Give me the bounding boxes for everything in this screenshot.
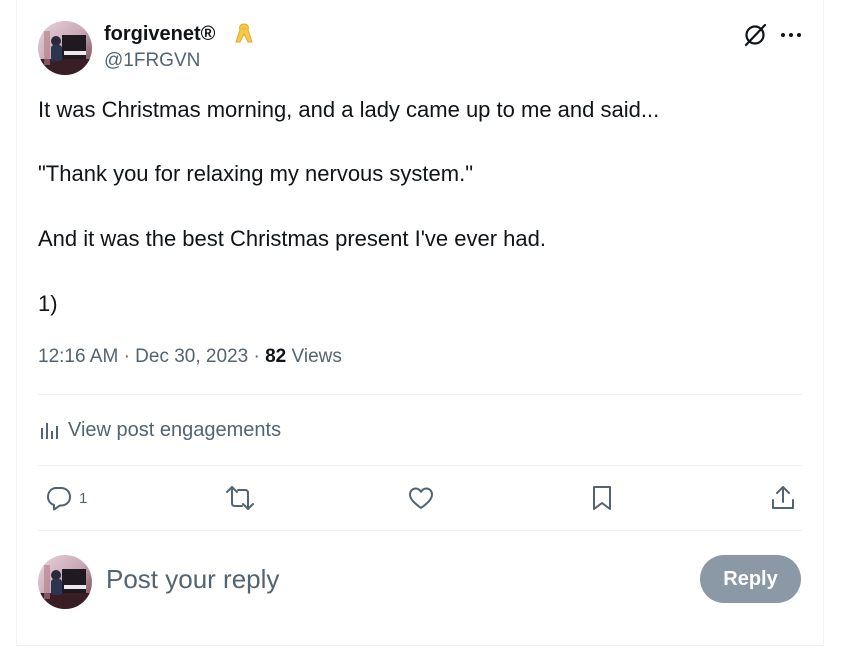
view-engagements-label: View post engagements: [68, 418, 282, 441]
divider: [38, 530, 802, 531]
share-icon: [772, 486, 794, 509]
heart-icon: [409, 487, 433, 509]
awareness-ribbon-icon: [235, 23, 253, 43]
reply-count: 1: [79, 489, 88, 507]
tweet-text-line: 1): [38, 291, 58, 316]
current-user-avatar[interactable]: [38, 555, 92, 609]
reply-button[interactable]: Reply: [700, 555, 801, 603]
view-engagements-link[interactable]: View post engagements: [38, 415, 281, 445]
meta-separator: ·: [123, 346, 130, 367]
tweet-meta: 12:16 AM · Dec 30, 2023 · 82 Views: [38, 344, 342, 370]
bookmark-action-button[interactable]: [589, 482, 615, 514]
repost-icon: [226, 486, 254, 510]
author-display-name[interactable]: forgivenet®: [104, 22, 215, 46]
tweet-text-line: And it was the best Christmas present I'…: [38, 226, 546, 251]
divider: [38, 394, 802, 395]
repost-action-button[interactable]: [225, 482, 255, 514]
grok-icon[interactable]: [742, 22, 768, 48]
views-count: 82: [265, 346, 287, 367]
reply-action-button[interactable]: 1: [45, 482, 87, 514]
share-action-button[interactable]: [769, 482, 797, 514]
divider: [38, 465, 802, 466]
reply-input[interactable]: [106, 561, 666, 597]
bookmark-icon: [593, 486, 611, 510]
tweet-text-line: "Thank you for relaxing my nervous syste…: [38, 161, 474, 186]
tweet-time[interactable]: 12:16 AM: [38, 346, 118, 367]
analytics-icon: [41, 423, 58, 439]
meta-separator: ·: [253, 346, 260, 367]
tweet-date[interactable]: Dec 30, 2023: [135, 346, 248, 367]
author-handle[interactable]: @1FRGVN: [104, 50, 200, 72]
views-label: Views: [291, 346, 342, 367]
more-icon[interactable]: [778, 22, 804, 48]
reply-icon: [47, 487, 71, 511]
tweet-text-line: It was Christmas morning, and a lady cam…: [38, 97, 660, 122]
like-action-button[interactable]: [407, 482, 435, 514]
author-avatar[interactable]: [38, 21, 92, 75]
